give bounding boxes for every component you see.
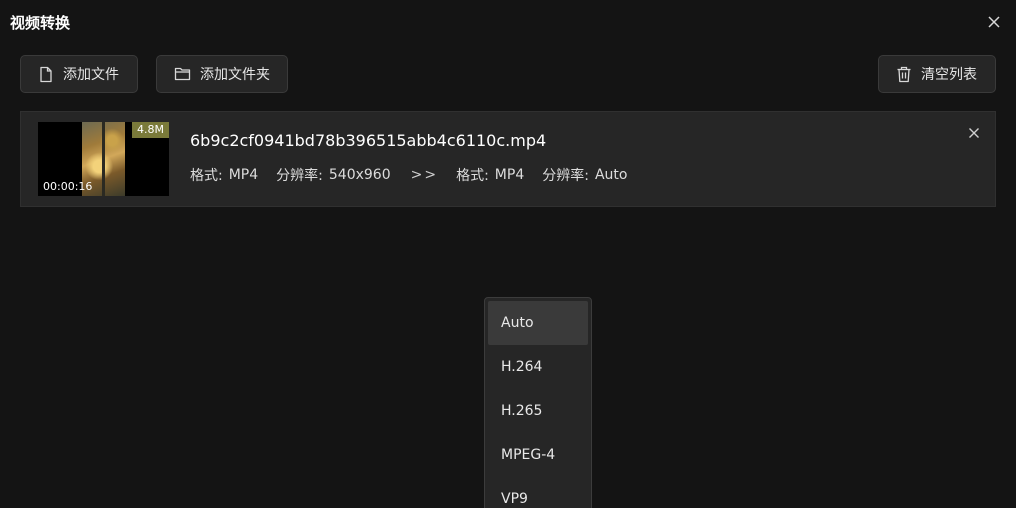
title-bar: 视频转换 [0,0,1016,44]
window-close-button[interactable] [986,14,1002,30]
clear-list-label: 清空列表 [921,67,977,83]
dropdown-option-h265[interactable]: H.265 [488,389,588,433]
file-name: 6b9c2cf0941bd78b396515abb4c6110c.mp4 [190,131,547,150]
remove-file-button[interactable] [967,125,981,139]
close-icon [969,128,979,138]
target-format-value[interactable]: MP4 [495,167,524,183]
source-format-value: MP4 [228,167,259,183]
file-list-item[interactable]: 4.8M 00:00:16 6b9c2cf0941bd78b396515abb4… [20,111,996,207]
window-title: 视频转换 [10,14,71,32]
video-thumbnail: 4.8M 00:00:16 [38,122,169,196]
trash-icon [897,66,911,82]
dropdown-option-h264[interactable]: H.264 [488,345,588,389]
dropdown-option-vp9[interactable]: VP9 [488,477,588,508]
file-icon [40,66,52,82]
conversion-arrow: >> [410,167,439,183]
folder-icon [174,67,191,81]
target-resolution-label: 分辨率: [542,168,589,184]
add-folder-label: 添加文件夹 [200,67,270,83]
video-convert-window: 视频转换 添加文件 添加文件夹 清空列表 4.8M 00:00:16 6b9c2… [0,0,1016,508]
source-resolution-label: 分辨率: [276,168,323,184]
dropdown-option-auto[interactable]: Auto [488,301,588,345]
dropdown-option-mpeg4[interactable]: MPEG-4 [488,433,588,477]
add-folder-button[interactable]: 添加文件夹 [156,55,288,93]
file-conversion-info: 格式: MP4 分辨率: 540x960 >> 格式: MP4 分辨率: Aut… [190,165,645,185]
file-size-badge: 4.8M [132,122,169,138]
codec-dropdown-menu: Auto H.264 H.265 MPEG-4 VP9 [484,297,592,508]
add-file-button[interactable]: 添加文件 [20,55,138,93]
clear-list-button[interactable]: 清空列表 [878,55,996,93]
target-resolution-value[interactable]: Auto [595,167,628,183]
target-format-label: 格式: [456,168,489,184]
video-duration: 00:00:16 [43,180,93,193]
source-resolution-value: 540x960 [328,167,391,183]
source-format-label: 格式: [190,168,223,184]
add-file-label: 添加文件 [63,67,119,83]
close-icon [988,16,1000,28]
